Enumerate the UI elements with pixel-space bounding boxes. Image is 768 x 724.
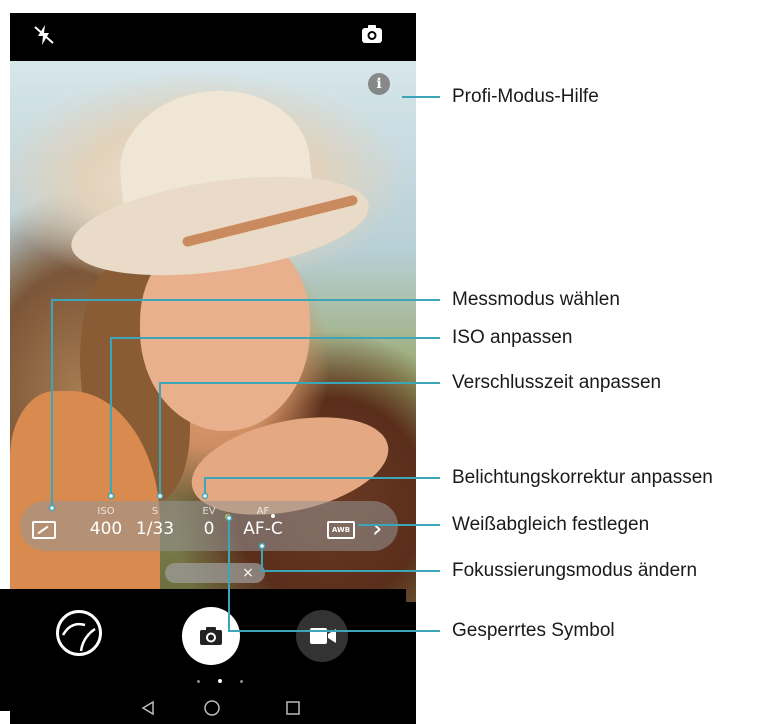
- annotation-shutter: Verschlusszeit anpassen: [452, 372, 662, 393]
- annotation-iso: ISO anpassen: [452, 327, 573, 348]
- annotation-help: Profi-Modus-Hilfe: [452, 86, 599, 107]
- annotation-metering: Messmodus wählen: [452, 289, 620, 310]
- annotation-lock: Gesperrtes Symbol: [452, 620, 615, 641]
- annotation-focus: Fokussierungsmodus ändern: [452, 560, 698, 581]
- annotation-awb: Weißabgleich festlegen: [452, 514, 650, 535]
- annotation-lines: [48, 96, 440, 632]
- annotation-ev: Belichtungskorrektur anpassen: [452, 467, 713, 488]
